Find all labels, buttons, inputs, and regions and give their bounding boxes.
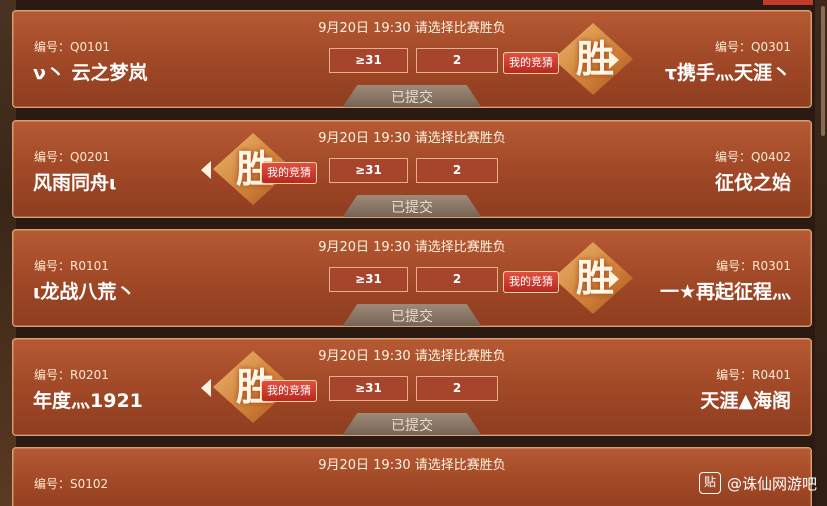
arrow-right-icon [609, 270, 619, 288]
right-team-id: 编号：R0301 [716, 259, 791, 273]
win-badge: 胜 [545, 242, 641, 314]
right-team-id: 编号：Q0301 [715, 40, 791, 54]
left-team-id: 编号：Q0201 [34, 150, 110, 164]
arrow-right-icon [609, 51, 619, 69]
bet-option-count[interactable]: 2 [416, 267, 498, 292]
scrollbar[interactable] [821, 6, 825, 136]
left-team-name[interactable]: 风雨同舟ι [33, 168, 116, 195]
right-team-name[interactable]: 征伐之始 [715, 168, 791, 195]
submitted-status: 已提交 [340, 85, 484, 107]
my-bet-tag: 我的竞猜 [503, 52, 559, 74]
win-badge: 胜 [545, 23, 641, 95]
match-card: 9月20日 19:30 请选择比赛胜负 编号：Q0101 ν丶 云之梦岚 ≥31… [12, 10, 812, 108]
my-bet-tag: 我的竞猜 [503, 271, 559, 293]
left-team-id: 编号：Q0101 [34, 40, 110, 54]
watermark: 贴 @诛仙网游吧 [698, 470, 817, 496]
left-team-id: 编号：R0201 [34, 368, 109, 382]
submitted-status: 已提交 [340, 413, 484, 435]
match-header: 9月20日 19:30 请选择比赛胜负 [318, 21, 506, 36]
tieba-logo-icon: 贴 [698, 472, 721, 494]
left-team-name[interactable]: ν丶 云之梦岚 [33, 58, 148, 85]
my-bet-tag: 我的竞猜 [261, 380, 317, 402]
match-card: 9月20日 19:30 请选择比赛胜负 编号：R0101 ι龙战八荒丶 ≥31 … [12, 229, 812, 327]
bet-option-score[interactable]: ≥31 [329, 158, 408, 183]
right-team-name[interactable]: 天涯▲海阁 [700, 386, 791, 413]
submitted-status: 已提交 [340, 304, 484, 326]
top-red-strip [763, 0, 813, 5]
right-team-id: 编号：R0401 [716, 368, 791, 382]
match-card: 9月20日 19:30 请选择比赛胜负 编号：S0102 [12, 447, 812, 506]
match-header: 9月20日 19:30 请选择比赛胜负 [318, 240, 506, 255]
bet-option-count[interactable]: 2 [416, 158, 498, 183]
bet-option-score[interactable]: ≥31 [329, 48, 408, 73]
right-team-name[interactable]: τ携手灬天涯丶 [665, 58, 791, 85]
left-team-name[interactable]: 年度灬1921 [33, 386, 143, 413]
left-team-id: 编号：R0101 [34, 259, 109, 273]
match-header: 9月20日 19:30 请选择比赛胜负 [318, 349, 506, 364]
bet-option-score[interactable]: ≥31 [329, 376, 408, 401]
left-team-id: 编号：S0102 [34, 477, 109, 491]
match-header: 9月20日 19:30 请选择比赛胜负 [318, 458, 506, 473]
match-header: 9月20日 19:30 请选择比赛胜负 [318, 131, 506, 146]
watermark-text: @诛仙网游吧 [726, 474, 817, 493]
my-bet-tag: 我的竞猜 [261, 162, 317, 184]
submitted-status: 已提交 [340, 195, 484, 217]
bet-option-count[interactable]: 2 [416, 48, 498, 73]
match-card: 9月20日 19:30 请选择比赛胜负 编号：Q0201 风雨同舟ι 胜 我的竞… [12, 120, 812, 218]
right-team-name[interactable]: 一★再起征程灬 [660, 277, 791, 304]
match-card: 9月20日 19:30 请选择比赛胜负 编号：R0201 年度灬1921 胜 我… [12, 338, 812, 436]
right-team-id: 编号：Q0402 [715, 150, 791, 164]
bet-option-score[interactable]: ≥31 [329, 267, 408, 292]
bet-option-count[interactable]: 2 [416, 376, 498, 401]
left-team-name[interactable]: ι龙战八荒丶 [33, 277, 135, 304]
